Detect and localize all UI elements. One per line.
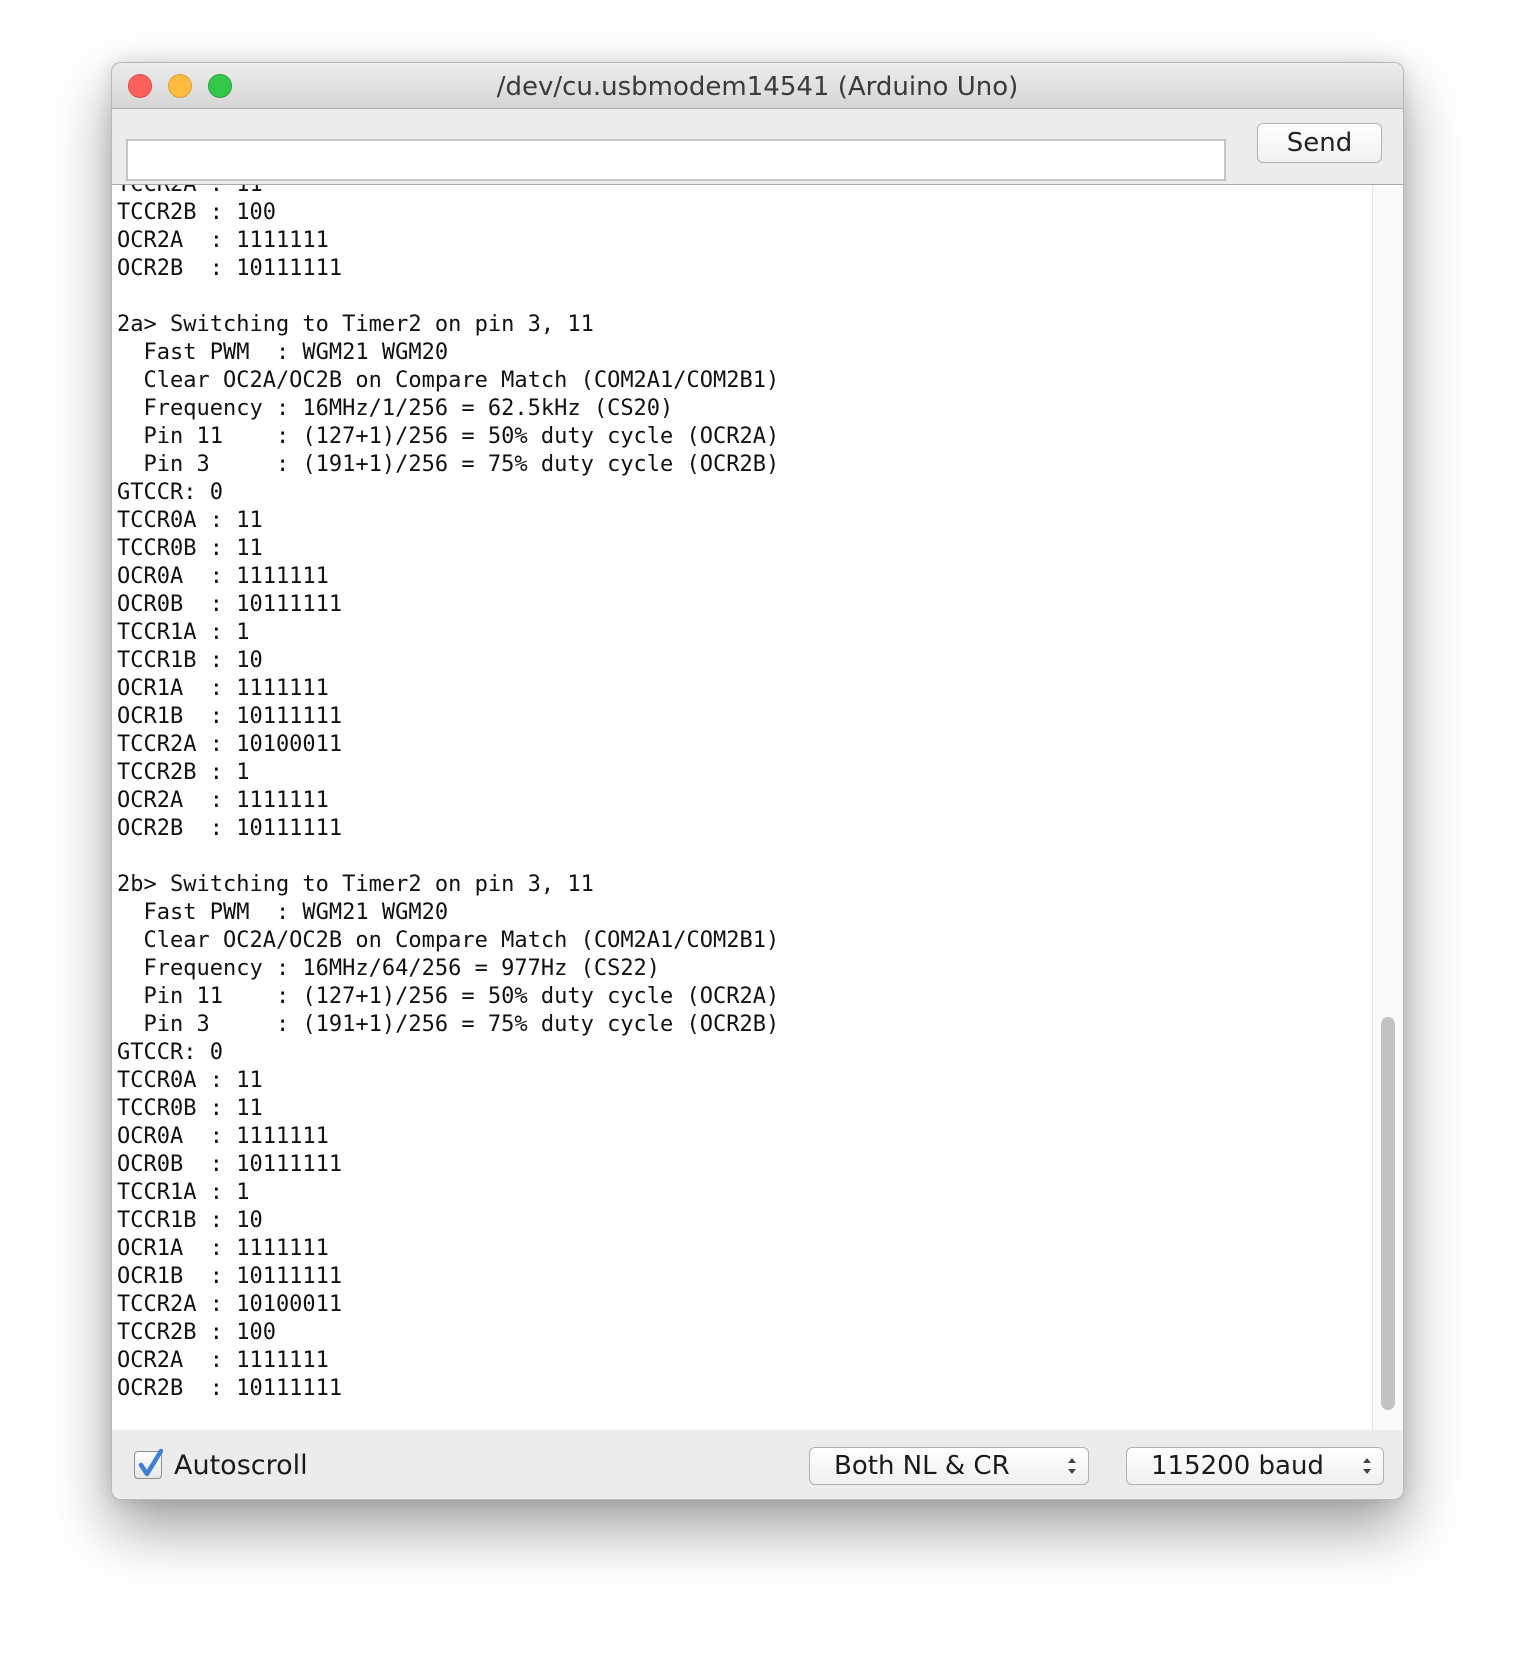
window-title: /dev/cu.usbmodem14541 (Arduino Uno) [496, 72, 1019, 102]
send-button[interactable]: Send [1257, 123, 1382, 163]
output-line: TCCR2B : 100 [117, 200, 276, 225]
output-line: OCR2B : 10111111 [117, 256, 343, 281]
output-line: OCR2B : 10111111 [117, 816, 343, 841]
output-line: Clear OC2A/OC2B on Compare Match (COM2A1… [117, 928, 780, 953]
output-line: TCCR1B : 10 [117, 648, 263, 673]
output-line: Pin 3 : (191+1)/256 = 75% duty cycle (OC… [117, 1012, 780, 1037]
output-line: OCR1A : 1111111 [117, 676, 329, 701]
output-line: OCR0A : 1111111 [117, 564, 329, 589]
line-ending-value: Both NL & CR [834, 1451, 1010, 1481]
output-line: TCCR2A : 10100011 [117, 732, 343, 757]
baud-rate-select[interactable]: 115200 baud [1126, 1447, 1384, 1485]
output-line: GTCCR: 0 [117, 480, 223, 505]
output-line: OCR2A : 1111111 [117, 228, 329, 253]
bottom-toolbar: Autoscroll Both NL & CR 115200 baud [112, 1430, 1403, 1499]
output-line: OCR0A : 1111111 [117, 1124, 329, 1149]
output-line: Frequency : 16MHz/1/256 = 62.5kHz (CS20) [117, 396, 674, 421]
output-line: 2b> Switching to Timer2 on pin 3, 11 [117, 872, 594, 897]
output-line: Clear OC2A/OC2B on Compare Match (COM2A1… [117, 368, 780, 393]
title-bar[interactable]: /dev/cu.usbmodem14541 (Arduino Uno) [112, 63, 1403, 109]
output-line: Pin 11 : (127+1)/256 = 50% duty cycle (O… [117, 984, 780, 1009]
output-line: Frequency : 16MHz/64/256 = 977Hz (CS22) [117, 956, 661, 981]
serial-send-input[interactable] [126, 139, 1226, 181]
output-line: OCR1B : 10111111 [117, 1264, 343, 1289]
output-line: TCCR0B : 11 [117, 536, 263, 561]
output-line: TCCR2A : 11 [117, 184, 263, 197]
output-line: 2a> Switching to Timer2 on pin 3, 11 [117, 312, 594, 337]
scrollbar-thumb[interactable] [1381, 1017, 1395, 1410]
autoscroll-label: Autoscroll [174, 1449, 308, 1481]
output-line: OCR2A : 1111111 [117, 1348, 329, 1373]
output-line: Pin 3 : (191+1)/256 = 75% duty cycle (OC… [117, 452, 780, 477]
output-line: TCCR2A : 10100011 [117, 1292, 343, 1317]
autoscroll-checkbox[interactable] [134, 1448, 164, 1479]
serial-output-text: TCCR2A : 11 TCCR2B : 100 OCR2A : 1111111 OC… [117, 184, 780, 1403]
up-down-chevron-icon [1363, 1458, 1371, 1474]
output-line: TCCR2B : 100 [117, 1320, 276, 1345]
output-line: OCR2B : 10111111 [117, 1376, 343, 1401]
serial-output-area[interactable]: TCCR2A : 11 TCCR2B : 100 OCR2A : 1111111 OC… [112, 184, 1403, 1431]
output-line: OCR2A : 1111111 [117, 788, 329, 813]
output-line: GTCCR: 0 [117, 1040, 223, 1065]
checkmark-icon [138, 1448, 164, 1477]
output-line: TCCR0A : 11 [117, 508, 263, 533]
line-ending-select[interactable]: Both NL & CR [809, 1447, 1089, 1485]
output-line: OCR1B : 10111111 [117, 704, 343, 729]
output-line: TCCR1A : 1 [117, 620, 250, 645]
baud-rate-value: 115200 baud [1151, 1451, 1324, 1481]
output-line: Pin 11 : (127+1)/256 = 50% duty cycle (O… [117, 424, 780, 449]
serial-monitor-window: /dev/cu.usbmodem14541 (Arduino Uno) Send… [111, 62, 1404, 1500]
vertical-scrollbar[interactable] [1372, 185, 1403, 1430]
output-line: TCCR0A : 11 [117, 1068, 263, 1093]
output-line: OCR1A : 1111111 [117, 1236, 329, 1261]
output-line: TCCR1A : 1 [117, 1180, 250, 1205]
output-line: OCR0B : 10111111 [117, 592, 343, 617]
output-line: TCCR0B : 11 [117, 1096, 263, 1121]
output-line: TCCR1B : 10 [117, 1208, 263, 1233]
autoscroll-control[interactable]: Autoscroll [134, 1448, 308, 1481]
output-line: OCR0B : 10111111 [117, 1152, 343, 1177]
output-line: TCCR2B : 1 [117, 760, 250, 785]
output-line: Fast PWM : WGM21 WGM20 [117, 340, 449, 365]
output-line: Fast PWM : WGM21 WGM20 [117, 900, 449, 925]
up-down-chevron-icon [1068, 1458, 1076, 1474]
